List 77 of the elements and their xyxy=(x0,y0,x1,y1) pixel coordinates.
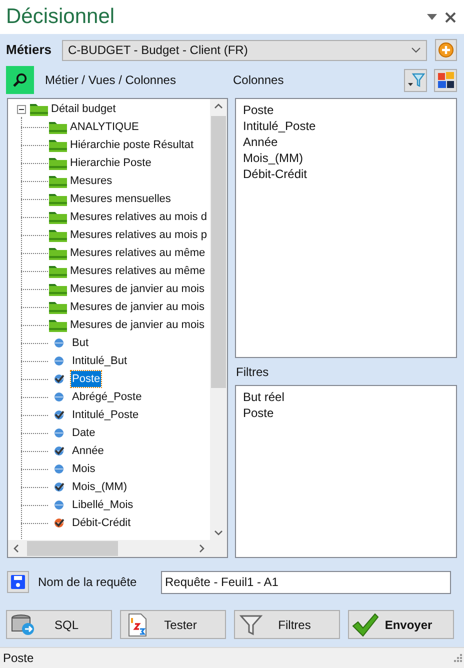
metiers-label: Métiers xyxy=(6,41,53,60)
tree-item[interactable]: Mesures mensuelles xyxy=(69,191,172,207)
filters-label: Filtres xyxy=(236,364,269,380)
tree-item[interactable]: Abrégé_Poste xyxy=(71,389,143,405)
resize-grip-icon[interactable] xyxy=(454,654,462,662)
window-title: Décisionnel xyxy=(6,4,115,30)
tree-item[interactable]: Mesures relatives au mois p xyxy=(69,227,208,243)
scroll-up-icon[interactable] xyxy=(214,103,223,109)
column-item[interactable]: Année xyxy=(243,134,449,150)
filter-dropdown-button[interactable] xyxy=(404,68,427,92)
folder-icon xyxy=(48,317,68,333)
tree-item[interactable]: Hiérarchie poste Résultat xyxy=(69,137,195,153)
close-icon[interactable] xyxy=(445,12,456,22)
column-item[interactable]: Débit-Crédit xyxy=(243,166,449,182)
tree-item[interactable]: Mois xyxy=(71,461,96,477)
query-name-label: Nom de la requête xyxy=(38,574,138,591)
tree-item[interactable]: Mesures de janvier au mois xyxy=(69,317,206,333)
tree-item[interactable]: Année xyxy=(71,443,105,459)
tree-item[interactable]: Mois_(MM) xyxy=(71,479,128,495)
sql-button[interactable]: SQL xyxy=(6,610,112,639)
tree-item[interactable]: Mesures relatives au mois d xyxy=(69,209,208,225)
test-button[interactable]: Tester xyxy=(120,610,226,639)
filters-button[interactable]: Filtres xyxy=(234,610,340,639)
add-button[interactable] xyxy=(435,39,457,61)
tree-item[interactable]: Libellé_Mois xyxy=(71,497,134,513)
tree-header: Métier / Vues / Colonnes xyxy=(45,72,177,89)
tree-item[interactable]: Mesures relatives au même xyxy=(69,245,206,261)
tree-item[interactable]: Poste xyxy=(71,371,102,387)
folder-icon xyxy=(48,227,68,243)
column-item[interactable]: Intitulé_Poste xyxy=(243,118,449,134)
business-dropdown[interactable]: C-BUDGET - Budget - Client (FR) xyxy=(62,40,427,60)
scroll-left-icon[interactable] xyxy=(13,544,19,553)
search-button[interactable] xyxy=(6,66,34,94)
folder-icon xyxy=(48,281,68,297)
tree-item[interactable]: Mesures de janvier au mois xyxy=(69,281,206,297)
funnel-icon xyxy=(239,612,263,636)
column-item[interactable]: Mois_(MM) xyxy=(243,150,449,166)
checkmark-icon xyxy=(351,612,379,636)
filter-item[interactable]: But réel xyxy=(243,389,449,405)
column-item[interactable]: Poste xyxy=(243,102,449,118)
collapse-icon[interactable] xyxy=(17,104,26,114)
folder-icon xyxy=(48,245,68,261)
tree-item[interactable]: ANALYTIQUE xyxy=(69,119,140,135)
scroll-right-icon[interactable] xyxy=(199,544,205,553)
send-button[interactable]: Envoyer xyxy=(348,610,454,639)
save-button[interactable] xyxy=(7,571,29,593)
folder-icon xyxy=(48,299,68,315)
numbers-document-icon xyxy=(126,612,148,636)
folder-icon xyxy=(48,191,68,207)
folder-icon xyxy=(48,263,68,279)
chevron-down-icon xyxy=(411,47,421,53)
tree-item[interactable]: Détail budget xyxy=(50,101,117,117)
scroll-down-icon[interactable] xyxy=(214,530,223,536)
tree-item[interactable]: Hierarchie Poste xyxy=(69,155,152,171)
folder-icon xyxy=(48,137,68,153)
horizontal-scrollbar[interactable] xyxy=(8,540,227,557)
query-name-field[interactable]: Requête - Feuil1 - A1 xyxy=(161,570,451,594)
tree-item[interactable]: But xyxy=(71,335,90,351)
tree-item[interactable]: Mesures xyxy=(69,173,114,189)
database-icon xyxy=(10,612,36,636)
search-icon xyxy=(12,72,28,88)
filter-item[interactable]: Poste xyxy=(243,405,449,421)
folder-icon xyxy=(48,173,68,189)
folder-icon xyxy=(29,101,49,117)
dropdown-arrow-icon[interactable] xyxy=(427,14,437,20)
status-text: Poste xyxy=(3,650,34,667)
tree-item[interactable]: Intitulé_Poste xyxy=(71,407,140,423)
tree-item[interactable]: Date xyxy=(71,425,96,441)
tree-item[interactable]: Débit-Crédit xyxy=(71,515,132,531)
tree-item[interactable]: Intitulé_But xyxy=(71,353,128,369)
folder-icon xyxy=(48,155,68,171)
folder-icon xyxy=(48,209,68,225)
tree-item[interactable]: Mesures relatives au même xyxy=(69,263,206,279)
vertical-scrollbar[interactable] xyxy=(210,99,227,540)
folder-icon xyxy=(48,119,68,135)
tree-item[interactable]: Mesures de janvier au mois xyxy=(69,299,206,315)
columns-label: Colonnes xyxy=(233,72,285,89)
